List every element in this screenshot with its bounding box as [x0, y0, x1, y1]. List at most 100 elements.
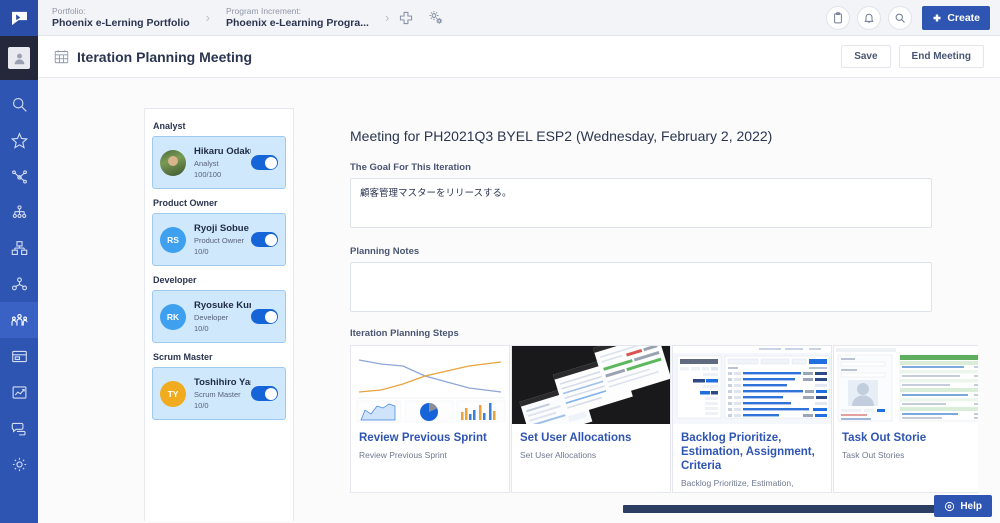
role-label-product-owner: Product Owner	[153, 198, 218, 208]
breadcrumb-portfolio[interactable]: Portfolio: Phoenix e-Lerning Portfolio	[38, 6, 204, 30]
create-button-label: Create	[947, 11, 980, 24]
step-body: Review Previous Sprint Review Previous S…	[351, 424, 509, 461]
sidebar-item-chat[interactable]	[0, 410, 38, 446]
participant-role: Product Owner	[194, 235, 245, 245]
org-chart-icon	[11, 240, 27, 255]
planning-notes-input[interactable]	[350, 262, 932, 312]
calendar-grid-icon	[54, 49, 69, 64]
help-circle-icon	[945, 501, 955, 511]
search-icon	[895, 13, 906, 23]
step-body: Set User Allocations Set User Allocation…	[512, 424, 670, 461]
participant-card[interactable]: TY Toshihiro Yam... Scrum Master 10/0	[152, 367, 286, 420]
participant-info: Toshihiro Yam... Scrum Master 10/0	[194, 377, 251, 411]
plus-icon	[400, 11, 413, 24]
sidebar-item-reports[interactable]	[0, 374, 38, 410]
toggle-knob	[264, 387, 277, 400]
page-title: Iteration Planning Meeting	[77, 48, 253, 65]
step-card[interactable]: Task Out Storie Task Out Stories	[833, 345, 978, 493]
rail-item-list	[0, 86, 38, 482]
step-body: Task Out Storie Task Out Stories	[834, 424, 978, 461]
dark-screens-icon	[512, 346, 670, 424]
avatar: TY	[160, 380, 186, 407]
breadcrumb-separator-1: ›	[205, 10, 211, 25]
body-area: Analyst Hikaru Odakura Analyst 100/100 P…	[38, 78, 1000, 523]
sidebar-item-portfolio[interactable]	[0, 194, 38, 230]
notifications-button[interactable]	[857, 5, 882, 30]
chat-bubbles-icon	[11, 422, 26, 435]
topbar-actions: Create	[819, 5, 1000, 30]
search-button[interactable]	[888, 5, 913, 30]
step-card[interactable]: Backlog Prioritize, Estimation, Assignme…	[672, 345, 832, 493]
participant-role: Developer	[194, 312, 229, 322]
participant-toggle[interactable]	[251, 386, 278, 401]
breadcrumb-separator-2: ›	[384, 10, 390, 25]
step-body: Backlog Prioritize, Estimation, Assignme…	[673, 424, 831, 489]
end-meeting-button[interactable]: End Meeting	[898, 45, 984, 68]
meeting-detail: Meeting for PH2021Q3 BYEL ESP2 (Wednesda…	[310, 78, 1000, 523]
step-card[interactable]: Set User Allocations Set User Allocation…	[511, 345, 671, 493]
clipboard-icon	[834, 11, 843, 23]
step-title[interactable]: Task Out Storie	[842, 431, 978, 445]
step-card[interactable]: Review Previous Sprint Review Previous S…	[350, 345, 510, 493]
clipboard-button[interactable]	[826, 5, 851, 30]
spreadsheet-profile-icon	[834, 346, 978, 424]
step-thumbnail	[351, 346, 509, 424]
avatar[interactable]	[0, 36, 38, 80]
sidebar-item-favorites[interactable]	[0, 122, 38, 158]
top-bar: Portfolio: Phoenix e-Lerning Portfolio ›…	[38, 0, 1000, 36]
sidebar-item-boards[interactable]	[0, 338, 38, 374]
goal-input[interactable]: 顧客管理マスターをリリースする。	[350, 178, 932, 228]
backlog-table-icon	[673, 346, 831, 424]
avatar: RK	[160, 303, 186, 330]
create-button[interactable]: Create	[922, 5, 990, 30]
step-title[interactable]: Set User Allocations	[520, 431, 662, 445]
sidebar-item-settings[interactable]	[0, 446, 38, 482]
app-logo-icon[interactable]	[0, 0, 38, 36]
breadcrumb-portfolio-value: Phoenix e-Lerning Portfolio	[52, 16, 190, 29]
sidebar-item-program[interactable]	[0, 230, 38, 266]
notes-label: Planning Notes	[350, 246, 420, 257]
meeting-title: Meeting for PH2021Q3 BYEL ESP2 (Wednesda…	[350, 128, 773, 144]
step-subtitle: Backlog Prioritize, Estimation,	[681, 478, 794, 488]
breadcrumb-program-label: Program Increment:	[226, 5, 302, 16]
avatar: RS	[160, 226, 186, 253]
goal-label: The Goal For This Iteration	[350, 162, 471, 173]
toggle-knob	[264, 156, 277, 169]
breadcrumb-program-increment[interactable]: Program Increment: Phoenix e-Learning Pr…	[212, 6, 383, 30]
participant-info: Hikaru Odakura Analyst 100/100	[194, 146, 251, 180]
charts-dashboard-icon	[351, 346, 509, 424]
notes-field-group: Planning Notes	[310, 246, 1000, 312]
role-label-developer: Developer	[153, 275, 197, 285]
help-button[interactable]: Help	[934, 495, 992, 517]
sidebar-item-teams[interactable]	[0, 266, 38, 302]
participant-toggle[interactable]	[251, 232, 278, 247]
help-button-label: Help	[960, 500, 982, 512]
add-button[interactable]	[391, 0, 421, 36]
goal-field-group: The Goal For This Iteration 顧客管理マスターをリリー…	[310, 162, 1000, 228]
participant-toggle[interactable]	[251, 155, 278, 170]
app-root: Portfolio: Phoenix e-Lerning Portfolio ›…	[0, 0, 1000, 523]
participant-card[interactable]: Hikaru Odakura Analyst 100/100	[152, 136, 286, 189]
avatar	[160, 149, 186, 176]
scrollbar-thumb[interactable]	[623, 505, 978, 513]
step-thumbnail	[673, 346, 831, 424]
role-label-analyst: Analyst	[153, 121, 186, 131]
hierarchy-icon	[12, 204, 26, 218]
sidebar-item-strategy[interactable]	[0, 158, 38, 194]
participant-toggle[interactable]	[251, 309, 278, 324]
participant-count: 10/0	[194, 323, 209, 333]
bell-icon	[864, 13, 874, 23]
participant-card[interactable]: RS Ryoji Sobue Product Owner 10/0	[152, 213, 286, 266]
board-icon	[11, 350, 27, 362]
settings-button[interactable]	[421, 0, 451, 36]
step-title[interactable]: Backlog Prioritize, Estimation, Assignme…	[681, 431, 823, 473]
step-title[interactable]: Review Previous Sprint	[359, 431, 501, 445]
save-button[interactable]: Save	[841, 45, 891, 68]
participant-card[interactable]: RK Ryosuke Kumai Developer 10/0	[152, 290, 286, 343]
sidebar-item-search[interactable]	[0, 86, 38, 122]
team-meeting-icon	[10, 313, 28, 326]
sidebar-item-meetings[interactable]	[0, 302, 38, 338]
gear-icon	[12, 457, 26, 471]
page-header: Iteration Planning Meeting Save End Meet…	[38, 36, 1000, 78]
participants-panel: Analyst Hikaru Odakura Analyst 100/100 P…	[144, 108, 294, 521]
